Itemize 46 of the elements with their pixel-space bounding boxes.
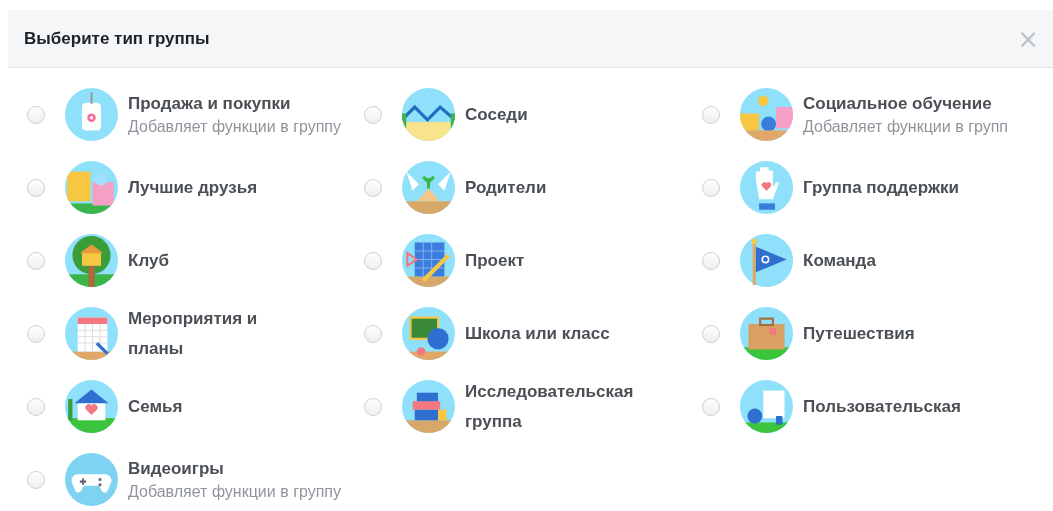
radio-button[interactable] (702, 324, 720, 343)
sprout-icon (402, 161, 455, 214)
calendar-icon (65, 307, 118, 360)
gamepad-icon (65, 453, 118, 506)
radio-button[interactable] (27, 324, 45, 343)
radio-button[interactable] (364, 105, 382, 124)
group-type-label[interactable]: Семья (128, 391, 183, 422)
blueprint-icon (402, 234, 455, 287)
group-type-label[interactable]: Социальное обучение (803, 91, 1008, 116)
group-type-description: Добавляет функции в группу (128, 481, 341, 502)
group-type-label[interactable]: Родители (465, 172, 547, 203)
group-type-label[interactable]: Соседи (465, 99, 528, 130)
group-type-label[interactable]: Путешествия (803, 318, 915, 349)
group-type-label[interactable]: Мероприятия и планы (128, 303, 304, 364)
group-type-label[interactable]: Группа поддержки (803, 172, 959, 203)
group-type-label[interactable]: Школа или класс (465, 318, 610, 349)
radio-button[interactable] (364, 178, 382, 197)
group-type-label[interactable]: Продажа и покупки (128, 91, 341, 116)
tag-icon (65, 88, 118, 141)
radio-button[interactable] (702, 251, 720, 270)
radio-button[interactable] (27, 251, 45, 270)
dialog-title: Выберите тип группы (24, 28, 210, 49)
group-type-label[interactable]: Команда (803, 245, 876, 276)
group-type-description: Добавляет функции в групп (803, 116, 1008, 137)
radio-button[interactable] (27, 397, 45, 416)
group-type-label[interactable]: Пользовательская (803, 391, 961, 422)
chalkboard-globe-icon (402, 307, 455, 360)
radio-button[interactable] (364, 251, 382, 270)
group-type-label[interactable]: Видеоигры (128, 456, 341, 481)
radio-button[interactable] (27, 178, 45, 197)
radio-button[interactable] (364, 397, 382, 416)
radio-button[interactable] (702, 397, 720, 416)
radio-button[interactable] (364, 324, 382, 343)
treehouse-icon (65, 234, 118, 287)
radio-button[interactable] (27, 470, 45, 489)
radio-button[interactable] (702, 178, 720, 197)
group-type-description: Добавляет функции в группу (128, 116, 341, 137)
books-icon (402, 380, 455, 433)
group-type-label[interactable]: Клуб (128, 245, 169, 276)
group-type-label[interactable]: Проект (465, 245, 525, 276)
radio-button[interactable] (702, 105, 720, 124)
suitcase-icon (740, 307, 793, 360)
group-type-label[interactable]: Лучшие друзья (128, 172, 258, 203)
group-type-label[interactable]: Исследовательская группа (465, 376, 641, 437)
radio-button[interactable] (27, 105, 45, 124)
pennant-icon (740, 234, 793, 287)
